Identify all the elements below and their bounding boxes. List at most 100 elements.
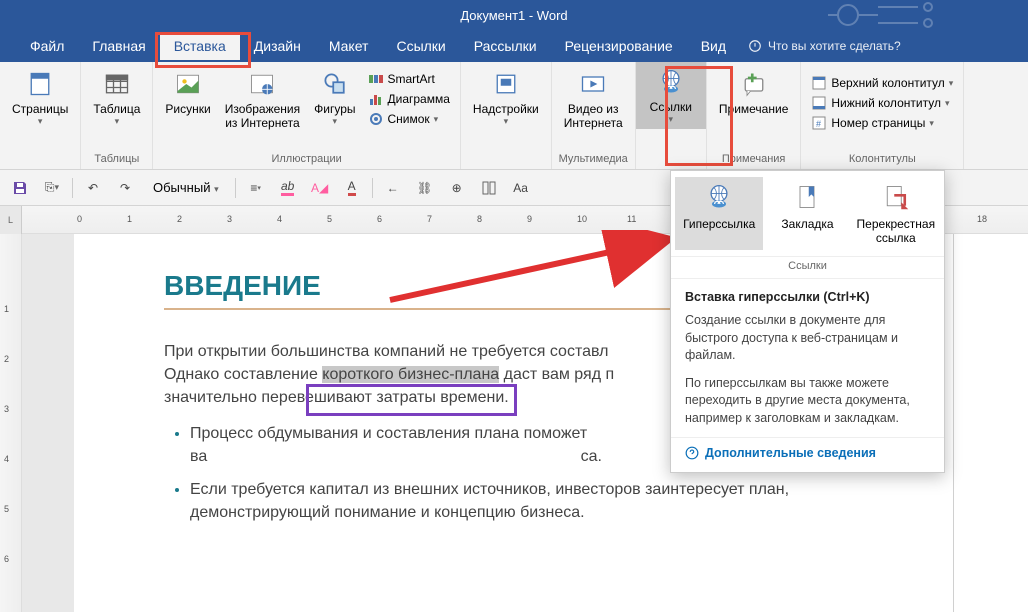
header-button[interactable]: Верхний колонтитул ▾ <box>807 74 957 92</box>
ribbon-group-addins: Надстройки ▾ <box>461 62 552 169</box>
hyperlink-icon <box>703 181 735 213</box>
vertical-ruler[interactable]: 123456 <box>0 234 22 612</box>
pagenumber-label: Номер страницы <box>831 116 925 130</box>
header-label: Верхний колонтитул <box>831 76 944 90</box>
shapes-icon <box>319 68 351 100</box>
screenshot-button[interactable]: Снимок ▾ <box>364 110 454 128</box>
screenshot-label: Снимок <box>388 112 430 126</box>
more-info-label: Дополнительные сведения <box>705 446 876 460</box>
title-bar: Документ1 - Word <box>0 0 1028 30</box>
smartart-button[interactable]: SmartArt <box>364 70 454 88</box>
properties-button[interactable]: ⎘▾ <box>40 176 64 200</box>
table-button[interactable]: Таблица ▾ <box>87 66 146 129</box>
separator <box>372 178 373 198</box>
pagenumber-button[interactable]: # Номер страницы ▾ <box>807 114 957 132</box>
pictures-label: Рисунки <box>165 102 210 116</box>
tooltip-p2: По гиперссылкам вы также можете переходи… <box>685 375 930 428</box>
menu-file[interactable]: Файл <box>16 32 78 60</box>
highlight-button[interactable]: ab <box>276 176 300 200</box>
addins-label: Надстройки <box>473 102 539 116</box>
menu-view[interactable]: Вид <box>687 32 740 60</box>
pages-button[interactable]: Страницы ▾ <box>6 66 74 129</box>
menu-design[interactable]: Дизайн <box>240 32 315 60</box>
online-pictures-button[interactable]: Изображения из Интернета <box>219 66 306 133</box>
dropdown-group-label: Ссылки <box>671 257 944 279</box>
pages-icon <box>24 68 56 100</box>
shapes-button[interactable]: Фигуры ▾ <box>308 66 361 129</box>
footer-button[interactable]: Нижний колонтитул ▾ <box>807 94 957 112</box>
footer-label: Нижний колонтитул <box>831 96 941 110</box>
chevron-down-icon: ▾ <box>115 116 120 127</box>
shapes-label: Фигуры <box>314 102 355 116</box>
dropdown-buttons: Гиперссылка Закладка Перекрестная ссылка <box>671 171 944 257</box>
comment-label: Примечание <box>719 102 788 116</box>
chevron-down-icon: ▾ <box>929 118 934 129</box>
right-margin-line <box>953 234 954 612</box>
chart-label: Диаграмма <box>388 92 450 106</box>
ribbon: Страницы ▾ Таблица ▾ Таблицы Рисунки Изо… <box>0 62 1028 170</box>
illustrations-small-list: SmartArt Диаграмма Снимок ▾ <box>364 66 454 128</box>
hyperlink-label: Гиперссылка <box>683 217 755 231</box>
char-button[interactable]: ⊕ <box>445 176 469 200</box>
menu-mailings[interactable]: Рассылки <box>460 32 551 60</box>
bullet-2: Если требуется капитал из внешних источн… <box>190 478 904 524</box>
separator <box>72 178 73 198</box>
pages-label: Страницы <box>12 102 68 116</box>
chart-icon <box>368 91 384 107</box>
screenshot-icon <box>368 111 384 127</box>
columns-button[interactable] <box>477 176 501 200</box>
comment-icon <box>738 68 770 100</box>
save-button[interactable] <box>8 176 32 200</box>
menu-review[interactable]: Рецензирование <box>551 32 687 60</box>
chevron-down-icon: ▾ <box>669 114 674 125</box>
online-video-button[interactable]: Видео из Интернета <box>558 66 629 133</box>
document-title: Документ1 - Word <box>460 8 567 23</box>
links-button[interactable]: Ссылки ▾ <box>636 62 706 129</box>
ribbon-group-links: Ссылки ▾ <box>636 62 707 169</box>
smartart-icon <box>368 71 384 87</box>
selected-text: короткого бизнес-плана <box>322 366 499 383</box>
menu-references[interactable]: Ссылки <box>382 32 459 60</box>
online-video-label: Видео из Интернета <box>564 102 623 131</box>
group-label-illustrations: Иллюстрации <box>159 151 454 169</box>
redo-button[interactable]: ↷ <box>113 176 137 200</box>
tell-me-label: Что вы хотите сделать? <box>768 39 901 53</box>
style-selector[interactable]: Обычный ▾ <box>145 178 227 197</box>
separator <box>235 178 236 198</box>
text-button[interactable]: Aa <box>509 176 533 200</box>
undo-button[interactable]: ↶ <box>81 176 105 200</box>
hyperlink-button[interactable]: Гиперссылка <box>675 177 763 250</box>
group-label-tables: Таблицы <box>87 151 146 169</box>
bookmark-icon <box>791 181 823 213</box>
ribbon-group-comments: Примечание Примечания <box>707 62 801 169</box>
headerfooter-list: Верхний колонтитул ▾ Нижний колонтитул ▾… <box>807 66 957 132</box>
addins-button[interactable]: Надстройки ▾ <box>467 66 545 129</box>
list-button[interactable]: ≡▾ <box>244 176 268 200</box>
addins-icon <box>490 68 522 100</box>
crossref-icon <box>880 181 912 213</box>
chart-button[interactable]: Диаграмма <box>364 90 454 108</box>
footer-icon <box>811 95 827 111</box>
video-icon <box>577 68 609 100</box>
pictures-button[interactable]: Рисунки <box>159 66 216 118</box>
menu-home[interactable]: Главная <box>78 32 159 60</box>
ribbon-group-tables: Таблица ▾ Таблицы <box>81 62 153 169</box>
online-pictures-label: Изображения из Интернета <box>225 102 300 131</box>
ribbon-group-pages: Страницы ▾ <box>0 62 81 169</box>
font-color-button[interactable]: A <box>340 176 364 200</box>
clear-format-button[interactable]: A◢ <box>308 176 332 200</box>
online-pictures-icon <box>246 68 278 100</box>
bookmark-button[interactable]: Закладка <box>763 177 851 250</box>
show-marks-button[interactable]: ← <box>381 176 405 200</box>
links-label: Ссылки <box>650 100 692 114</box>
menu-insert[interactable]: Вставка <box>160 32 240 60</box>
pictures-icon <box>172 68 204 100</box>
tell-me-search[interactable]: Что вы хотите сделать? <box>748 39 901 53</box>
ruler-corner: L <box>0 206 22 234</box>
comment-button[interactable]: Примечание <box>713 66 794 118</box>
link-button[interactable]: ⛓ <box>413 176 437 200</box>
more-info-link[interactable]: Дополнительные сведения <box>671 437 944 472</box>
crossref-button[interactable]: Перекрестная ссылка <box>852 177 940 250</box>
menu-layout[interactable]: Макет <box>315 32 383 60</box>
title-decoration <box>818 1 998 29</box>
